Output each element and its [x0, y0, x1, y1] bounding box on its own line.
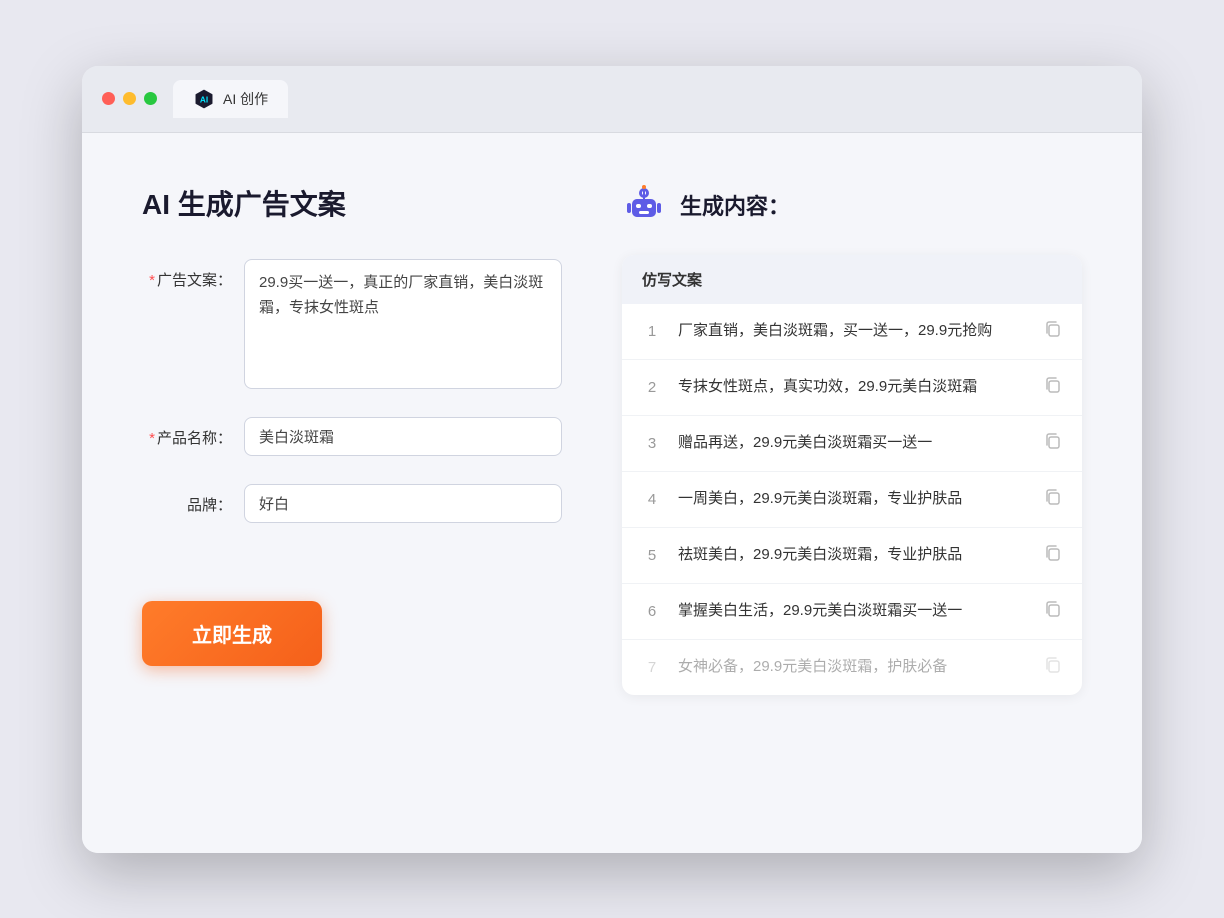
- table-row: 6 掌握美白生活，29.9元美白淡斑霜买一送一: [622, 584, 1082, 640]
- brand-input[interactable]: 好白: [244, 484, 562, 523]
- svg-text:AI: AI: [200, 95, 208, 104]
- required-star-ad: *: [149, 272, 155, 289]
- row-text: 厂家直销，美白淡斑霜，买一送一，29.9元抢购: [678, 320, 1028, 343]
- browser-titlebar: AI AI 创作: [82, 66, 1142, 133]
- generate-button[interactable]: 立即生成: [142, 601, 322, 666]
- close-button[interactable]: [102, 92, 115, 105]
- required-star-product: *: [149, 430, 155, 447]
- robot-icon: [622, 183, 666, 227]
- tab-label: AI 创作: [223, 89, 268, 109]
- left-panel: AI 生成广告文案 *广告文案： 29.9买一送一，真正的厂家直销，美白淡斑霜，…: [142, 183, 562, 803]
- ai-hex-icon: AI: [193, 88, 215, 110]
- copy-icon[interactable]: [1044, 488, 1062, 511]
- ad-copy-label: *广告文案：: [142, 259, 232, 290]
- result-title: 生成内容：: [680, 189, 790, 221]
- copy-icon[interactable]: [1044, 320, 1062, 343]
- row-number: 7: [642, 659, 662, 676]
- row-number: 1: [642, 323, 662, 340]
- row-number: 4: [642, 491, 662, 508]
- row-text: 赠品再送，29.9元美白淡斑霜买一送一: [678, 432, 1028, 455]
- row-number: 6: [642, 603, 662, 620]
- row-text: 女神必备，29.9元美白淡斑霜，护肤必备: [678, 656, 1028, 679]
- copy-icon[interactable]: [1044, 432, 1062, 455]
- product-name-label: *产品名称：: [142, 417, 232, 448]
- result-table: 仿写文案 1 厂家直销，美白淡斑霜，买一送一，29.9元抢购 2 专抹女性斑点，真实…: [622, 255, 1082, 695]
- ad-copy-textarea[interactable]: 29.9买一送一，真正的厂家直销，美白淡斑霜，专抹女性斑点: [244, 259, 562, 389]
- row-text: 掌握美白生活，29.9元美白淡斑霜买一送一: [678, 600, 1028, 623]
- row-text: 一周美白，29.9元美白淡斑霜，专业护肤品: [678, 488, 1028, 511]
- tab-ai-create[interactable]: AI AI 创作: [173, 80, 288, 118]
- brand-group: 品牌： 好白: [142, 484, 562, 523]
- row-number: 3: [642, 435, 662, 452]
- maximize-button[interactable]: [144, 92, 157, 105]
- browser-window: AI AI 创作 AI 生成广告文案 *广告文案： 29.9买一送一，真正的厂家…: [82, 66, 1142, 853]
- result-header: 生成内容：: [622, 183, 1082, 227]
- right-panel: 生成内容： 仿写文案 1 厂家直销，美白淡斑霜，买一送一，29.9元抢购 2 专抹女…: [622, 183, 1082, 803]
- result-rows-container: 1 厂家直销，美白淡斑霜，买一送一，29.9元抢购 2 专抹女性斑点，真实功效，29…: [622, 304, 1082, 695]
- minimize-button[interactable]: [123, 92, 136, 105]
- product-name-input[interactable]: 美白淡斑霜: [244, 417, 562, 456]
- row-number: 2: [642, 379, 662, 396]
- row-number: 5: [642, 547, 662, 564]
- brand-label: 品牌：: [142, 484, 232, 515]
- table-row: 2 专抹女性斑点，真实功效，29.9元美白淡斑霜: [622, 360, 1082, 416]
- table-row: 4 一周美白，29.9元美白淡斑霜，专业护肤品: [622, 472, 1082, 528]
- browser-content: AI 生成广告文案 *广告文案： 29.9买一送一，真正的厂家直销，美白淡斑霜，…: [82, 133, 1142, 853]
- page-title: AI 生成广告文案: [142, 183, 562, 223]
- table-row: 1 厂家直销，美白淡斑霜，买一送一，29.9元抢购: [622, 304, 1082, 360]
- ad-copy-group: *广告文案： 29.9买一送一，真正的厂家直销，美白淡斑霜，专抹女性斑点: [142, 259, 562, 389]
- copy-icon[interactable]: [1044, 600, 1062, 623]
- table-row: 3 赠品再送，29.9元美白淡斑霜买一送一: [622, 416, 1082, 472]
- traffic-lights: [102, 92, 157, 105]
- table-row: 7 女神必备，29.9元美白淡斑霜，护肤必备: [622, 640, 1082, 695]
- table-header: 仿写文案: [622, 255, 1082, 304]
- row-text: 祛斑美白，29.9元美白淡斑霜，专业护肤品: [678, 544, 1028, 567]
- row-text: 专抹女性斑点，真实功效，29.9元美白淡斑霜: [678, 376, 1028, 399]
- table-row: 5 祛斑美白，29.9元美白淡斑霜，专业护肤品: [622, 528, 1082, 584]
- copy-icon[interactable]: [1044, 656, 1062, 679]
- copy-icon[interactable]: [1044, 544, 1062, 567]
- product-name-group: *产品名称： 美白淡斑霜: [142, 417, 562, 456]
- copy-icon[interactable]: [1044, 376, 1062, 399]
